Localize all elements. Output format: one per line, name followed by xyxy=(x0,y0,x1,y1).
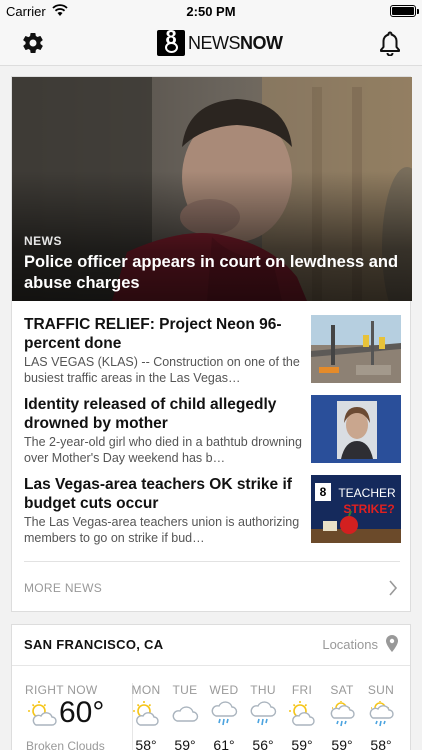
current-temperature: 60° xyxy=(59,696,105,729)
right-now-label: RIGHT NOW xyxy=(25,683,98,697)
forecast-high: 59° xyxy=(291,737,313,750)
forecast-day-name: SAT xyxy=(330,683,354,697)
article-thumbnail[interactable]: 8 TEACHER STRIKE? xyxy=(311,475,401,543)
forecast-day: SAT 59° xyxy=(322,683,362,750)
article-title[interactable]: Las Vegas-area teachers OK strike if bud… xyxy=(24,475,304,513)
logo-wordmark: NEWSNOW xyxy=(188,32,283,53)
forecast-day-name: TUE xyxy=(172,683,198,697)
article-title[interactable]: TRAFFIC RELIEF: Project Neon 96-percent … xyxy=(24,315,304,353)
cloud-icon xyxy=(172,706,199,722)
locations-button[interactable]: Locations xyxy=(322,637,378,652)
forecast-high: 56° xyxy=(252,737,274,750)
forecast-day-name: MON xyxy=(131,683,161,697)
featured-headline[interactable]: Police officer appears in court on lewdn… xyxy=(24,252,404,294)
rain-icon xyxy=(250,701,277,726)
forecast-day: TUE 59° xyxy=(165,683,205,750)
battery-icon xyxy=(390,5,419,17)
forecast-high: 61° xyxy=(213,737,235,750)
current-weather: RIGHT NOW 60° Broken Clouds xyxy=(25,683,125,750)
logo-8-badge: 8 xyxy=(157,27,185,56)
current-condition: Broken Clouds xyxy=(26,739,105,750)
forecast-high: 58° xyxy=(370,737,392,750)
forecast-day-name: SUN xyxy=(367,683,395,697)
partly-cloudy-icon xyxy=(289,701,315,726)
article-summary: The Las Vegas-area teachers union is aut… xyxy=(24,515,300,545)
forecast-day-name: WED xyxy=(209,683,239,697)
partly-cloudy-icon xyxy=(28,701,57,726)
svg-text:STRIKE?: STRIKE? xyxy=(343,502,394,516)
rain-sun-icon xyxy=(330,701,355,727)
rain-sun-icon xyxy=(369,701,394,727)
forecast-high: 58° xyxy=(135,737,157,750)
status-bar: Carrier 2:50 PM xyxy=(0,0,422,22)
news-card: NEWS Police officer appears in court on … xyxy=(11,76,412,612)
article-item[interactable]: Las Vegas-area teachers OK strike if bud… xyxy=(24,475,401,545)
forecast-day: THU 56° xyxy=(243,683,283,750)
article-summary: The 2-year-old girl who died in a bathtu… xyxy=(24,435,302,465)
weather-city: SAN FRANCISCO, CA xyxy=(24,637,164,652)
forecast-high: 59° xyxy=(331,737,353,750)
partly-cloudy-icon xyxy=(133,701,159,726)
article-thumbnail[interactable] xyxy=(311,315,401,383)
forecast-day-name: THU xyxy=(250,683,276,697)
rain-icon xyxy=(211,701,238,726)
svg-text:8: 8 xyxy=(320,485,327,499)
location-pin-icon[interactable] xyxy=(386,635,398,652)
notifications-bell-icon[interactable] xyxy=(379,30,401,56)
featured-story[interactable]: NEWS Police officer appears in court on … xyxy=(12,77,412,301)
forecast-day: MON 58° xyxy=(126,683,166,750)
weather-card: SAN FRANCISCO, CA Locations RIGHT NOW 60… xyxy=(11,624,411,750)
more-news-label[interactable]: MORE NEWS xyxy=(24,581,102,595)
article-title[interactable]: Identity released of child allegedly dro… xyxy=(24,395,304,433)
article-item[interactable]: Identity released of child allegedly dro… xyxy=(24,395,401,465)
article-thumbnail[interactable] xyxy=(311,395,401,463)
svg-text:TEACHER: TEACHER xyxy=(338,486,396,500)
forecast-day: FRI 59° xyxy=(282,683,322,750)
forecast-high: 59° xyxy=(174,737,196,750)
forecast-day: SUN 58° xyxy=(361,683,401,750)
nav-bar: 8 NEWSNOW xyxy=(0,22,422,66)
forecast-day-name: FRI xyxy=(291,683,313,697)
forecast-day: WED 61° xyxy=(204,683,244,750)
status-time: 2:50 PM xyxy=(186,4,236,19)
more-news-link[interactable]: MORE NEWS xyxy=(24,561,400,601)
article-summary: LAS VEGAS (KLAS) -- Construction on one … xyxy=(24,355,300,385)
settings-gear-icon[interactable] xyxy=(21,31,45,55)
chevron-right-icon xyxy=(389,580,398,596)
featured-category: NEWS xyxy=(24,234,62,248)
app-logo: 8 NEWSNOW xyxy=(157,27,283,56)
article-item[interactable]: TRAFFIC RELIEF: Project Neon 96-percent … xyxy=(24,315,401,385)
